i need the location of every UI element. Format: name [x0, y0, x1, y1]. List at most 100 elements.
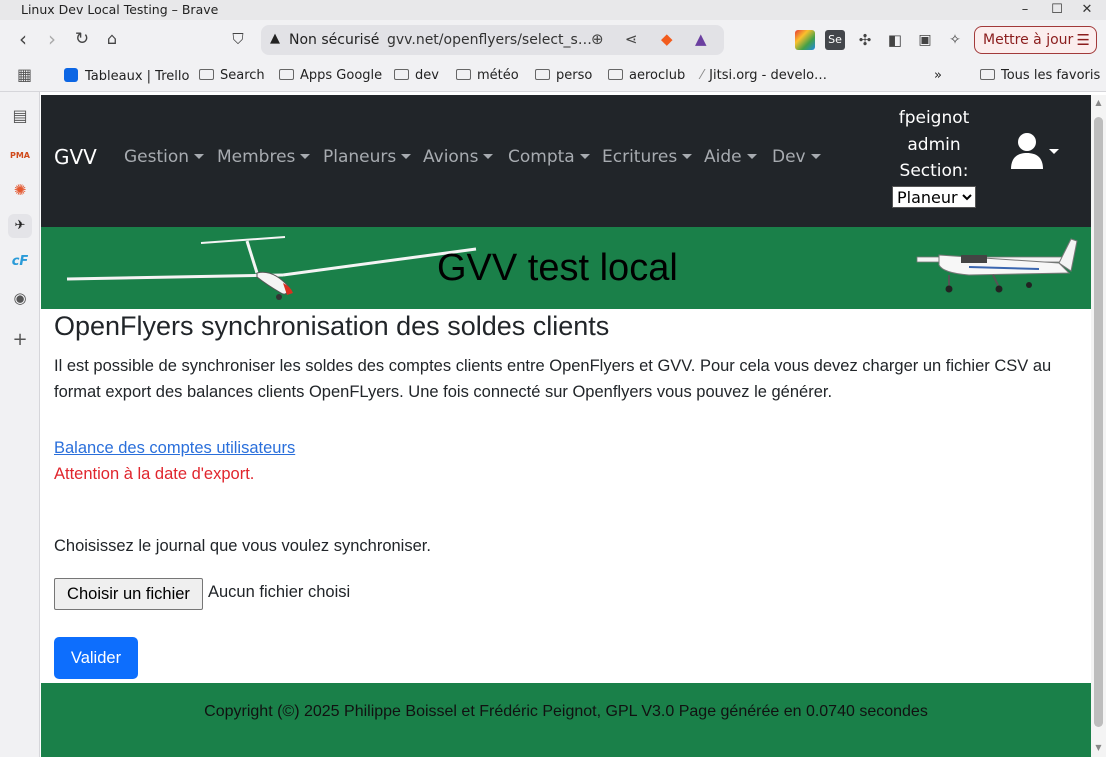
all-bookmarks[interactable]: Tous les favoris [980, 68, 1100, 83]
user-name: fpeignot [898, 108, 970, 128]
caret-down-icon [579, 154, 590, 159]
user-info: fpeignot admin Section: Planeur [891, 105, 977, 211]
browser-toolbar: ‹ › ↻ ⌂ ⛉ ▲ Non sécurisé gvv.net/openfly… [0, 20, 1106, 60]
burst-icon[interactable]: ✺ [8, 178, 32, 202]
url-text[interactable]: gvv.net/openflyers/select_s… [387, 32, 592, 48]
section-label: Section: [899, 161, 969, 181]
scrollbar-thumb[interactable] [1094, 117, 1103, 727]
footer-copyright: Copyright (©) 2025 Philippe Boissel et F… [204, 703, 928, 720]
site-banner: GVV test local [41, 227, 1091, 309]
page-title: OpenFlyers synchronisation des soldes cl… [54, 311, 610, 341]
folder-icon [535, 69, 550, 80]
folder-icon [279, 69, 294, 80]
folder-icon [980, 69, 995, 80]
trello-icon [64, 68, 78, 82]
menu-planeurs[interactable]: Planeurs [323, 147, 412, 167]
bookmark-meteo[interactable]: météo [456, 68, 519, 83]
close-icon[interactable]: ✕ [1076, 1, 1098, 19]
page-scrollbar[interactable]: ▲ ▼ [1091, 95, 1106, 757]
apps-grid-icon[interactable]: ▦ [17, 65, 32, 84]
user-menu-caret-icon[interactable] [1049, 149, 1059, 154]
menu-aide[interactable]: Aide [704, 147, 757, 167]
home-icon[interactable]: ⌂ [100, 28, 124, 52]
globe-icon[interactable]: ◉ [8, 286, 32, 310]
bookmarks-bar: ▦ Tableaux | Trello Search Apps Google d… [0, 60, 1106, 92]
pma-icon[interactable]: PMA [8, 144, 32, 168]
page-footer: Copyright (©) 2025 Philippe Boissel et F… [41, 683, 1091, 757]
browser-sidebar: ▤ PMA ✺ ✈ cF ◉ + [0, 92, 40, 757]
menu-gestion[interactable]: Gestion [124, 147, 205, 167]
folder-icon [608, 69, 623, 80]
folder-icon [394, 69, 409, 80]
bookmark-perso[interactable]: perso [535, 68, 592, 83]
balance-link[interactable]: Balance des comptes utilisateurs [54, 439, 295, 458]
plus-icon[interactable]: + [8, 328, 32, 352]
forward-icon[interactable]: › [40, 28, 64, 52]
menu-compta[interactable]: Compta [508, 147, 590, 167]
extensions-icon[interactable]: ✣ [855, 30, 875, 50]
warning-icon: ▲ [270, 31, 280, 46]
caret-down-icon [401, 154, 412, 159]
openflyers-icon[interactable]: cF [8, 250, 32, 274]
caret-down-icon [810, 154, 821, 159]
choose-file-button[interactable]: Choisir un fichier [54, 578, 203, 610]
maximize-icon[interactable]: ☐ [1046, 1, 1068, 19]
aircraft-icon[interactable]: ✈ [8, 214, 32, 238]
folder-icon [456, 69, 471, 80]
banner-title: GVV test local [437, 247, 678, 289]
caret-down-icon [682, 154, 693, 159]
top-navbar: GVV Gestion Membres Planeurs Avions Comp… [41, 95, 1091, 227]
address-bar[interactable]: ▲ Non sécurisé gvv.net/openflyers/select… [261, 25, 724, 55]
user-role: admin [907, 134, 961, 155]
sidebar-toggle-icon[interactable]: ▤ [8, 104, 32, 128]
reload-icon[interactable]: ↻ [70, 28, 94, 52]
menu-membres[interactable]: Membres [217, 147, 311, 167]
brave-rewards-icon[interactable]: ▲ [695, 30, 707, 48]
window-title: Linux Dev Local Testing – Brave [21, 2, 219, 17]
menu-ecritures[interactable]: Ecritures [602, 147, 693, 167]
web-page: GVV Gestion Membres Planeurs Avions Comp… [41, 95, 1091, 757]
glider-image [66, 236, 477, 300]
menu-icon: ☰ [1076, 31, 1090, 49]
leo-ai-icon[interactable]: ✧ [945, 30, 965, 50]
scroll-up-icon[interactable]: ▲ [1093, 98, 1104, 107]
brave-shields-icon[interactable]: ◆ [661, 30, 673, 48]
section-select[interactable]: Planeur [892, 185, 976, 208]
bookmarks-overflow-icon[interactable]: » [934, 68, 942, 83]
user-avatar-icon[interactable] [1009, 131, 1045, 171]
caret-down-icon [300, 154, 311, 159]
caret-down-icon [194, 154, 205, 159]
scroll-down-icon[interactable]: ▼ [1093, 743, 1104, 752]
caret-down-icon [746, 154, 757, 159]
extension-color-icon[interactable] [795, 30, 815, 50]
bookmark-icon[interactable]: ⛉ [226, 28, 250, 52]
zoom-icon[interactable]: ⊕ [591, 30, 604, 48]
file-status: Aucun fichier choisi [208, 583, 351, 601]
bookmark-search[interactable]: Search [199, 68, 265, 83]
menu-avions[interactable]: Avions [423, 147, 494, 167]
window-titlebar: Linux Dev Local Testing – Brave – ☐ ✕ [0, 0, 1106, 20]
security-label: Non sécurisé [289, 32, 380, 48]
minimize-icon[interactable]: – [1014, 1, 1036, 19]
caret-down-icon [483, 154, 494, 159]
update-button-label: Mettre à jour [983, 32, 1074, 48]
page-description: Il est possible de synchroniser les sold… [54, 357, 1052, 401]
bookmark-jitsi[interactable]: ⁄ Jitsi.org - develo… [701, 68, 827, 83]
menu-dev[interactable]: Dev [772, 147, 821, 167]
sidebar-panel-icon[interactable]: ◧ [885, 30, 905, 50]
choose-journal-label: Choisissez le journal que vous voulez sy… [54, 537, 431, 555]
bookmark-aeroclub[interactable]: aeroclub [608, 68, 685, 83]
wallet-icon[interactable]: ▣ [915, 30, 935, 50]
share-icon[interactable]: ⋖ [625, 30, 638, 48]
export-date-warning: Attention à la date d'export. [54, 465, 255, 483]
update-button[interactable]: Mettre à jour ☰ [974, 26, 1097, 54]
folder-icon [199, 69, 214, 80]
bookmark-apps-google[interactable]: Apps Google [279, 68, 382, 83]
submit-button[interactable]: Valider [54, 637, 138, 679]
back-icon[interactable]: ‹ [11, 28, 35, 52]
selenium-icon[interactable]: Se [825, 30, 845, 50]
jitsi-icon: ⁄ [701, 68, 704, 83]
bookmark-trello[interactable]: Tableaux | Trello [64, 68, 189, 84]
bookmark-dev[interactable]: dev [394, 68, 439, 83]
brand-link[interactable]: GVV [54, 145, 97, 169]
